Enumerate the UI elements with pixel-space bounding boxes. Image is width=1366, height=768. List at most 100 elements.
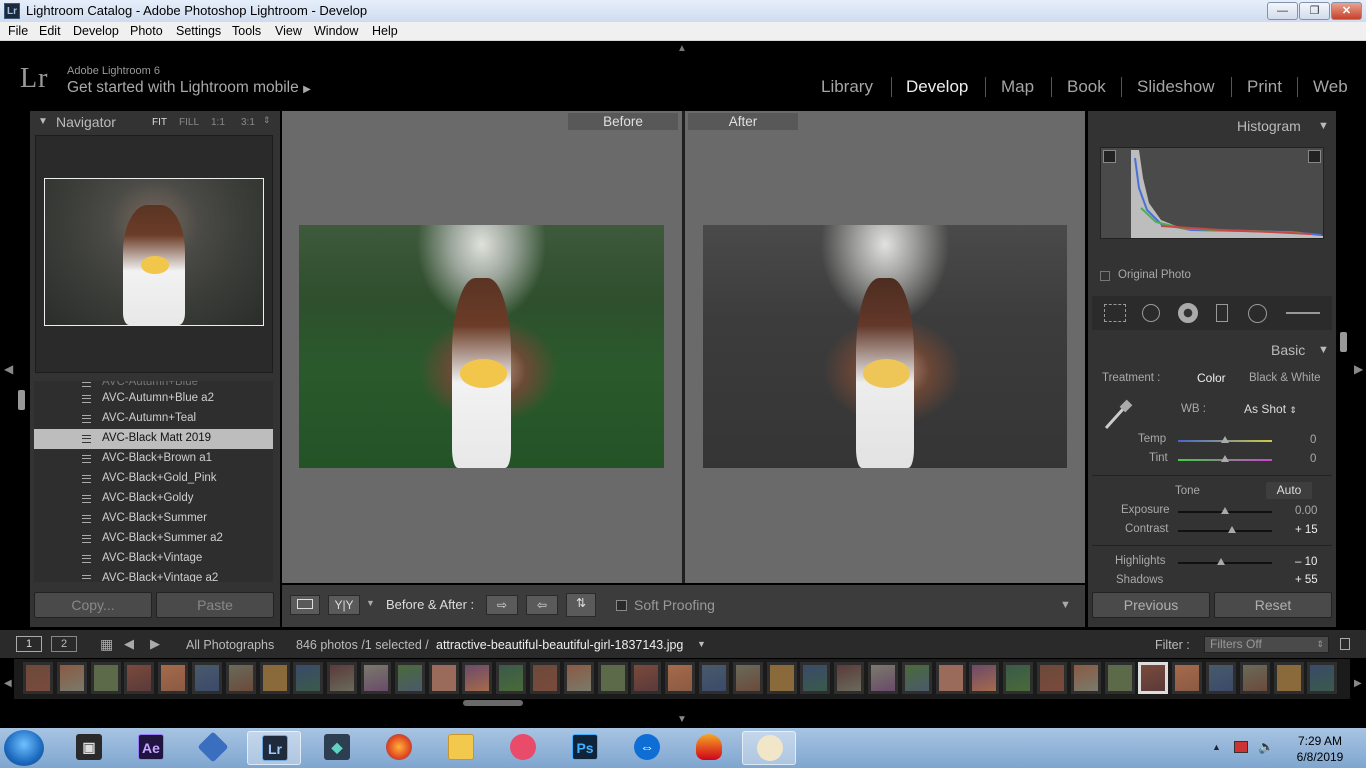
list-item-selected[interactable]: AVC-Black Matt 2019 bbox=[34, 429, 273, 449]
loupe-view-button[interactable] bbox=[290, 595, 320, 615]
tint-value[interactable]: 0 bbox=[1310, 453, 1316, 465]
maximize-button[interactable]: ❐ bbox=[1299, 2, 1330, 20]
radial-filter-icon[interactable] bbox=[1248, 304, 1267, 323]
module-print[interactable]: Print bbox=[1247, 77, 1282, 97]
filmstrip-thumbnail[interactable] bbox=[1137, 661, 1170, 695]
menu-help[interactable]: Help bbox=[372, 24, 398, 38]
highlights-value[interactable]: – 10 bbox=[1295, 556, 1317, 568]
close-button[interactable]: ✕ bbox=[1331, 2, 1362, 20]
navigator-header[interactable]: ▼ Navigator FIT FILL 1:1 3:1 ⇕ bbox=[34, 111, 276, 135]
exposure-value[interactable]: 0.00 bbox=[1295, 505, 1317, 517]
menu-settings[interactable]: Settings bbox=[176, 24, 221, 38]
navigator-thumbnail[interactable] bbox=[44, 178, 264, 326]
taskbar-lightroom[interactable]: Lr bbox=[247, 731, 301, 765]
temp-value[interactable]: 0 bbox=[1310, 434, 1316, 446]
list-item[interactable]: AVC-Black+Summer a2 bbox=[34, 529, 273, 549]
source-label[interactable]: All Photographs bbox=[186, 638, 274, 652]
copy-after-to-before-button[interactable]: ⇦ bbox=[526, 595, 558, 615]
menu-edit[interactable]: Edit bbox=[39, 24, 61, 38]
filmstrip-thumbnail[interactable] bbox=[495, 661, 528, 695]
tint-slider-thumb[interactable] bbox=[1221, 455, 1229, 462]
filmstrip-thumbnail[interactable] bbox=[664, 661, 697, 695]
filmstrip-thumbnail[interactable] bbox=[427, 661, 460, 695]
module-slideshow[interactable]: Slideshow bbox=[1137, 77, 1215, 97]
list-item[interactable]: AVC-Black+Brown a1 bbox=[34, 449, 273, 469]
selected-filename[interactable]: attractive-beautiful-beautiful-girl-1837… bbox=[436, 638, 683, 652]
taskbar-app[interactable] bbox=[186, 731, 240, 765]
show-hidden-icons[interactable]: ▲ bbox=[1212, 742, 1221, 752]
grid-view-icon[interactable]: ▦ bbox=[100, 636, 113, 653]
basic-collapse-icon[interactable]: ▼ bbox=[1318, 344, 1329, 356]
minimize-button[interactable]: — bbox=[1267, 2, 1298, 20]
histogram-collapse-icon[interactable]: ▼ bbox=[1318, 120, 1329, 132]
soft-proofing-checkbox[interactable] bbox=[616, 600, 627, 611]
filmstrip-thumbnail[interactable] bbox=[1205, 661, 1237, 695]
taskbar-filmora[interactable]: ◆ bbox=[310, 731, 364, 765]
taskbar-firefox[interactable] bbox=[372, 731, 426, 765]
exposure-slider[interactable] bbox=[1178, 507, 1272, 514]
red-eye-icon[interactable] bbox=[1178, 303, 1198, 323]
taskbar-audio[interactable] bbox=[682, 731, 736, 765]
graduated-filter-icon[interactable] bbox=[1216, 304, 1228, 322]
filmstrip-thumbnail[interactable] bbox=[22, 661, 54, 695]
list-item[interactable]: AVC-Black+Gold_Pink bbox=[34, 469, 273, 489]
filmstrip-thumbnail[interactable] bbox=[258, 661, 291, 695]
filmstrip-thumbnail[interactable] bbox=[900, 661, 933, 695]
mobile-tagline[interactable]: Get started with Lightroom mobile ▶ bbox=[67, 79, 311, 97]
collapse-triangle-icon[interactable]: ▼ bbox=[38, 116, 48, 127]
contrast-slider-thumb[interactable] bbox=[1228, 526, 1236, 533]
contrast-slider[interactable] bbox=[1178, 526, 1272, 533]
left-panel-toggle-icon[interactable]: ◀ bbox=[4, 362, 13, 376]
start-button[interactable] bbox=[4, 730, 44, 766]
paste-button[interactable]: Paste bbox=[156, 592, 274, 618]
module-develop[interactable]: Develop bbox=[906, 77, 968, 97]
shadows-row[interactable]: Shadows + 55 bbox=[1092, 574, 1332, 583]
back-arrow-icon[interactable]: ◀ bbox=[124, 636, 134, 652]
menu-window[interactable]: Window bbox=[314, 24, 358, 38]
contrast-value[interactable]: + 15 bbox=[1295, 524, 1318, 536]
before-photo[interactable] bbox=[299, 225, 664, 468]
filmstrip-thumbnail[interactable] bbox=[968, 661, 1001, 695]
filmstrip-thumbnail[interactable] bbox=[292, 661, 325, 695]
zoom-fill[interactable]: FILL bbox=[179, 117, 199, 128]
filmstrip-left-arrow-icon[interactable]: ◀ bbox=[4, 678, 12, 689]
taskbar-teamviewer[interactable]: ⇔ bbox=[620, 731, 674, 765]
filmstrip-thumbnail[interactable] bbox=[1069, 661, 1102, 695]
zoom-1-1[interactable]: 1:1 bbox=[211, 117, 225, 128]
taskbar-video-editor[interactable]: ▣ bbox=[62, 731, 116, 765]
list-item[interactable]: AVC-Black+Goldy bbox=[34, 489, 273, 509]
highlights-slider-thumb[interactable] bbox=[1217, 558, 1225, 565]
wb-select[interactable]: As Shot ⇕ bbox=[1244, 402, 1297, 416]
module-web[interactable]: Web bbox=[1313, 77, 1348, 97]
menu-photo[interactable]: Photo bbox=[130, 24, 163, 38]
filmstrip-thumbnail[interactable] bbox=[698, 661, 730, 695]
spot-removal-icon[interactable] bbox=[1142, 304, 1160, 322]
zoom-stepper-icon[interactable]: ⇕ bbox=[263, 115, 271, 126]
filmstrip-thumbnail[interactable] bbox=[867, 661, 899, 695]
chevron-down-icon[interactable]: ▼ bbox=[366, 598, 375, 608]
filmstrip-thumbnail[interactable] bbox=[934, 661, 967, 695]
filmstrip-thumbnail[interactable] bbox=[765, 661, 798, 695]
copy-before-to-after-button[interactable]: ⇨ bbox=[486, 595, 518, 615]
second-window-button[interactable]: 2 bbox=[51, 636, 77, 652]
crop-tool-icon[interactable] bbox=[1104, 304, 1126, 322]
filename-dropdown-icon[interactable]: ▼ bbox=[697, 639, 706, 649]
filmstrip-thumbnail[interactable] bbox=[1238, 661, 1271, 695]
menu-file[interactable]: File bbox=[8, 24, 28, 38]
filmstrip-thumbnail[interactable] bbox=[360, 661, 392, 695]
collapse-filmstrip-icon[interactable]: ▼ bbox=[677, 714, 687, 725]
white-balance-eyedropper-icon[interactable] bbox=[1100, 398, 1134, 432]
list-item[interactable]: AVC-Autumn+Blue a2 bbox=[34, 389, 273, 409]
reset-button[interactable]: Reset bbox=[1214, 592, 1332, 618]
forward-arrow-icon[interactable]: ▶ bbox=[150, 636, 160, 652]
filmstrip-thumbnail[interactable] bbox=[55, 661, 88, 695]
highlights-slider[interactable] bbox=[1178, 558, 1272, 565]
filmstrip-thumbnail[interactable] bbox=[1171, 661, 1204, 695]
filmstrip-thumbnail[interactable] bbox=[1036, 661, 1068, 695]
filmstrip-thumbnail[interactable] bbox=[393, 661, 426, 695]
menu-view[interactable]: View bbox=[275, 24, 302, 38]
treatment-color[interactable]: Color bbox=[1197, 371, 1226, 385]
action-center-icon[interactable] bbox=[1234, 741, 1248, 753]
filmstrip-thumbnail[interactable] bbox=[326, 661, 359, 695]
filmstrip-right-arrow-icon[interactable]: ▶ bbox=[1354, 678, 1362, 689]
